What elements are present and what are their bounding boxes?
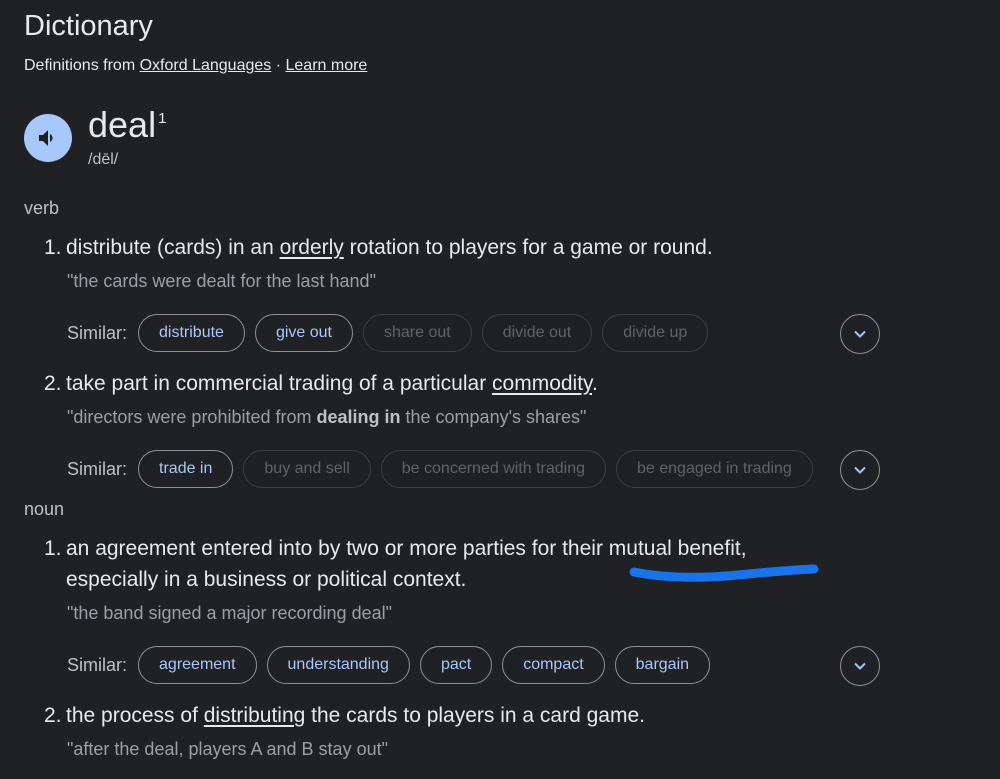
pos-noun: noun bbox=[24, 499, 65, 519]
similar-chip-give-out[interactable]: give out bbox=[254, 314, 353, 352]
link-distributing[interactable]: distributing bbox=[204, 704, 306, 727]
headword-superscript: 1 bbox=[158, 110, 167, 127]
chevron-down-icon bbox=[854, 466, 866, 474]
definition-text: take part in commercial trading of a par… bbox=[66, 372, 493, 395]
expand-button[interactable] bbox=[840, 450, 880, 490]
similar-label: Similar: bbox=[67, 654, 128, 675]
similar-chip-share-out: share out bbox=[362, 314, 472, 352]
pronunciation-button[interactable] bbox=[24, 114, 72, 162]
verb-sense-2-example: "directors were prohibited from dealing … bbox=[67, 407, 586, 428]
example-highlight: dealing in bbox=[316, 407, 401, 427]
sense-number: 1. bbox=[44, 537, 62, 560]
similar-chip-be-concerned-with-trading: be concerned with trading bbox=[380, 450, 607, 488]
verb-sense-1-example: "the cards were dealt for the last hand" bbox=[67, 271, 376, 291]
oxford-languages-link[interactable]: Oxford Languages bbox=[140, 57, 272, 74]
headword-text: deal bbox=[88, 104, 157, 145]
speaker-icon bbox=[39, 130, 53, 146]
sense-number: 1. bbox=[44, 236, 62, 259]
similar-chip-pact[interactable]: pact bbox=[419, 646, 493, 684]
pos-verb: verb bbox=[24, 198, 60, 218]
similar-chip-compact[interactable]: compact bbox=[502, 646, 605, 684]
similar-chip-understanding[interactable]: understanding bbox=[266, 646, 410, 684]
source-line: Definitions from Oxford Languages · Lear… bbox=[24, 57, 367, 75]
learn-more-link[interactable]: Learn more bbox=[286, 57, 368, 74]
similar-label: Similar: bbox=[67, 458, 128, 479]
link-orderly[interactable]: orderly bbox=[280, 236, 344, 259]
headword: deal 1 bbox=[88, 104, 166, 146]
similar-chip-bargain[interactable]: bargain bbox=[614, 646, 711, 684]
noun-sense-2-definition: 2. the process of distributing the cards… bbox=[44, 700, 826, 731]
similar-chip-agreement[interactable]: agreement bbox=[138, 646, 257, 684]
verb-sense-2-similar: Similar: trade in buy and sell be concer… bbox=[67, 450, 823, 488]
definition-text: distribute (cards) in an bbox=[66, 236, 280, 259]
expand-button[interactable] bbox=[840, 646, 880, 686]
similar-label: Similar: bbox=[67, 322, 128, 343]
noun-sense-1-example: "the band signed a major recording deal" bbox=[67, 603, 392, 623]
page-title: Dictionary bbox=[24, 10, 153, 42]
verb-sense-1-definition: 1. distribute (cards) in an orderly rota… bbox=[44, 232, 826, 263]
source-prefix: Definitions from bbox=[24, 57, 136, 74]
similar-chip-divide-up: divide up bbox=[602, 314, 709, 352]
example-text: "directors were prohibited from bbox=[67, 407, 317, 427]
separator: · bbox=[275, 57, 282, 74]
verb-sense-1-similar: Similar: distribute give out share out d… bbox=[67, 314, 718, 352]
noun-sense-2-example: "after the deal, players A and B stay ou… bbox=[67, 739, 388, 759]
chevron-down-icon bbox=[854, 330, 866, 338]
sense-number: 2. bbox=[44, 704, 62, 727]
definition-text: rotation to players for a game or round. bbox=[343, 236, 713, 259]
definition-text: the cards to players in a card game. bbox=[305, 704, 645, 727]
example-text: the company's shares" bbox=[400, 407, 587, 427]
chevron-down-icon bbox=[854, 662, 866, 670]
verb-sense-2-definition: 2. take part in commercial trading of a … bbox=[44, 368, 826, 399]
sense-number: 2. bbox=[44, 372, 62, 395]
similar-chip-trade-in[interactable]: trade in bbox=[138, 450, 234, 488]
expand-button[interactable] bbox=[840, 314, 880, 354]
definition-text: . bbox=[592, 372, 598, 395]
similar-chip-be-engaged-in-trading: be engaged in trading bbox=[616, 450, 813, 488]
highlight-scribble bbox=[629, 564, 819, 582]
similar-chip-buy-and-sell: buy and sell bbox=[243, 450, 371, 488]
noun-sense-1-similar: Similar: agreement understanding pact co… bbox=[67, 646, 720, 684]
phonetic: /dēl/ bbox=[88, 151, 119, 168]
similar-chip-distribute[interactable]: distribute bbox=[138, 314, 245, 352]
link-commodity[interactable]: commodity bbox=[492, 372, 592, 395]
definition-text: the process of bbox=[66, 704, 204, 727]
similar-chip-divide-out: divide out bbox=[481, 314, 593, 352]
